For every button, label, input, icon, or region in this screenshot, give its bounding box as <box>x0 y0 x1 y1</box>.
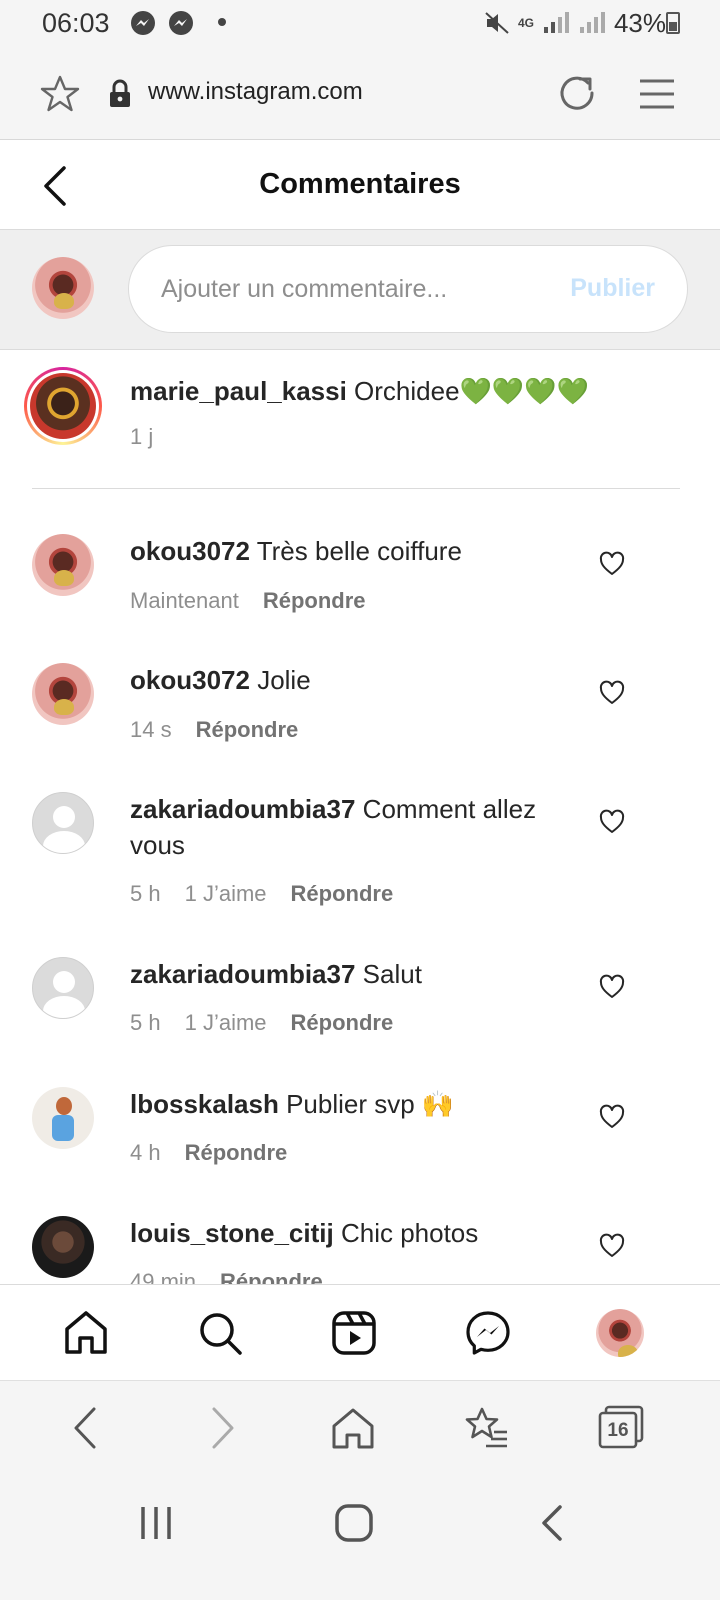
commenter-avatar[interactable] <box>32 1216 94 1278</box>
comment-meta: 5 h 1 J’aime Répondre <box>130 881 393 907</box>
notification-dot <box>218 18 226 26</box>
page-title: Commentaires <box>259 168 461 200</box>
signal-icon <box>543 12 569 33</box>
battery-icon <box>666 12 680 34</box>
messenger-icon <box>169 11 193 35</box>
comments-header: Commentaires <box>0 140 720 230</box>
comment-meta: 5 h 1 J’aime Répondre <box>130 1010 393 1036</box>
instagram-bottom-nav <box>0 1284 720 1380</box>
comment-body: okou3072 Jolie <box>130 662 570 698</box>
caption-username[interactable]: marie_paul_kassi <box>130 376 347 406</box>
comment-likes[interactable]: 1 J’aime <box>185 1010 267 1036</box>
system-back-icon[interactable] <box>530 1501 574 1545</box>
comment-time: 14 s <box>130 717 172 742</box>
comment-username[interactable]: zakariadoumbia37 <box>130 959 355 989</box>
menu-icon[interactable] <box>638 76 676 112</box>
browser-home-icon[interactable] <box>330 1405 376 1451</box>
comment-likes[interactable]: 1 J’aime <box>185 881 267 907</box>
comment-text: Publier svp 🙌 <box>286 1089 455 1119</box>
caption-time: 1 j <box>130 424 154 449</box>
reply-button[interactable]: Répondre <box>185 1140 288 1166</box>
comment-item: louis_stone_citij Chic photos 49 min Rép… <box>0 1216 720 1284</box>
comment-body: lbosskalash Publier svp 🙌 <box>130 1086 570 1122</box>
profile-avatar[interactable] <box>596 1309 644 1357</box>
home-icon[interactable] <box>62 1309 110 1357</box>
caption-text: Orchidee💚💚💚💚 <box>354 376 590 406</box>
system-nav-bar <box>0 1475 720 1600</box>
heart-icon[interactable] <box>598 808 626 836</box>
reply-button[interactable]: Répondre <box>263 588 366 614</box>
commenter-avatar[interactable] <box>32 957 94 1019</box>
status-right: 4G 43% <box>484 8 666 38</box>
comment-username[interactable]: okou3072 <box>130 665 250 695</box>
recent-apps-icon[interactable] <box>134 1501 178 1545</box>
comment-body: zakariadoumbia37 Salut <box>130 956 570 992</box>
commenter-avatar[interactable] <box>32 1087 94 1149</box>
heart-icon[interactable] <box>598 973 626 1001</box>
commenter-avatar[interactable] <box>32 792 94 854</box>
comment-time: Maintenant <box>130 588 239 613</box>
system-home-icon[interactable] <box>332 1501 376 1545</box>
comment-time: 5 h <box>130 1010 161 1035</box>
browser-forward-icon[interactable] <box>198 1405 244 1451</box>
comment-meta: 49 min Répondre <box>130 1269 323 1284</box>
comment-time: 49 min <box>130 1269 197 1284</box>
heart-icon[interactable] <box>598 679 626 707</box>
post-caption: marie_paul_kassi Orchidee💚💚💚💚 <box>130 374 690 408</box>
battery-percent: 43% <box>613 7 666 38</box>
heart-icon[interactable] <box>598 1103 626 1131</box>
reply-button[interactable]: Répondre <box>291 881 394 907</box>
bookmark-star-icon[interactable] <box>40 74 80 114</box>
author-avatar <box>30 373 96 439</box>
browser-toolbar: www.instagram.com <box>0 48 720 140</box>
comment-body: okou3072 Très belle coiffure <box>130 533 570 569</box>
status-bar: 06:03 4G 43% <box>0 0 720 48</box>
comment-body: louis_stone_citij Chic photos <box>130 1216 570 1251</box>
commenter-avatar[interactable] <box>32 663 94 725</box>
comment-time: 4 h <box>130 1140 161 1165</box>
lock-icon <box>110 79 130 107</box>
messenger-icon <box>131 11 155 35</box>
signal-icon <box>579 12 605 33</box>
comment-text: Chic photos <box>340 1218 479 1248</box>
comment-username[interactable]: okou3072 <box>130 536 250 566</box>
publish-button[interactable]: Publier <box>570 274 655 303</box>
comment-input[interactable] <box>161 246 541 332</box>
divider <box>32 488 680 489</box>
heart-icon[interactable] <box>598 550 626 578</box>
comment-text: Très belle coiffure <box>256 536 462 566</box>
reply-button[interactable]: Répondre <box>291 1010 394 1036</box>
messenger-icon[interactable] <box>464 1309 512 1357</box>
comment-composer: Publier <box>0 230 720 350</box>
commenter-avatar[interactable] <box>32 534 94 596</box>
comment-username[interactable]: louis_stone_citij <box>130 1218 334 1248</box>
my-avatar <box>32 257 94 319</box>
author-story-ring[interactable] <box>24 367 102 445</box>
bookmarks-icon[interactable] <box>464 1405 510 1451</box>
network-type: 4G <box>517 16 534 30</box>
browser-back-icon[interactable] <box>64 1405 110 1451</box>
comment-username[interactable]: zakariadoumbia37 <box>130 794 355 824</box>
reply-button[interactable]: Répondre <box>196 717 299 743</box>
comment-text: Salut <box>362 959 422 989</box>
heart-icon[interactable] <box>598 1232 626 1260</box>
mute-icon <box>485 12 509 34</box>
comment-text: Jolie <box>257 665 311 695</box>
reply-button[interactable]: Répondre <box>220 1269 323 1284</box>
reload-icon[interactable] <box>556 72 598 114</box>
status-time: 06:03 <box>42 8 110 38</box>
browser-bottom-nav: 16 <box>0 1380 720 1475</box>
comment-body: zakariadoumbia37 Comment allez vous <box>130 791 570 863</box>
tab-count: 16 <box>607 1420 629 1441</box>
comment-meta: 14 s Répondre <box>130 717 298 743</box>
url-bar[interactable]: www.instagram.com <box>148 78 363 106</box>
comment-time: 5 h <box>130 881 161 906</box>
comment-meta: Maintenant Répondre <box>130 588 366 614</box>
tabs-button[interactable]: 16 <box>596 1403 646 1451</box>
search-icon[interactable] <box>196 1309 244 1357</box>
comment-meta: 4 h Répondre <box>130 1140 287 1166</box>
comment-input-wrapper: Publier <box>128 245 688 333</box>
reels-icon[interactable] <box>330 1309 378 1357</box>
comment-username[interactable]: lbosskalash <box>130 1089 279 1119</box>
